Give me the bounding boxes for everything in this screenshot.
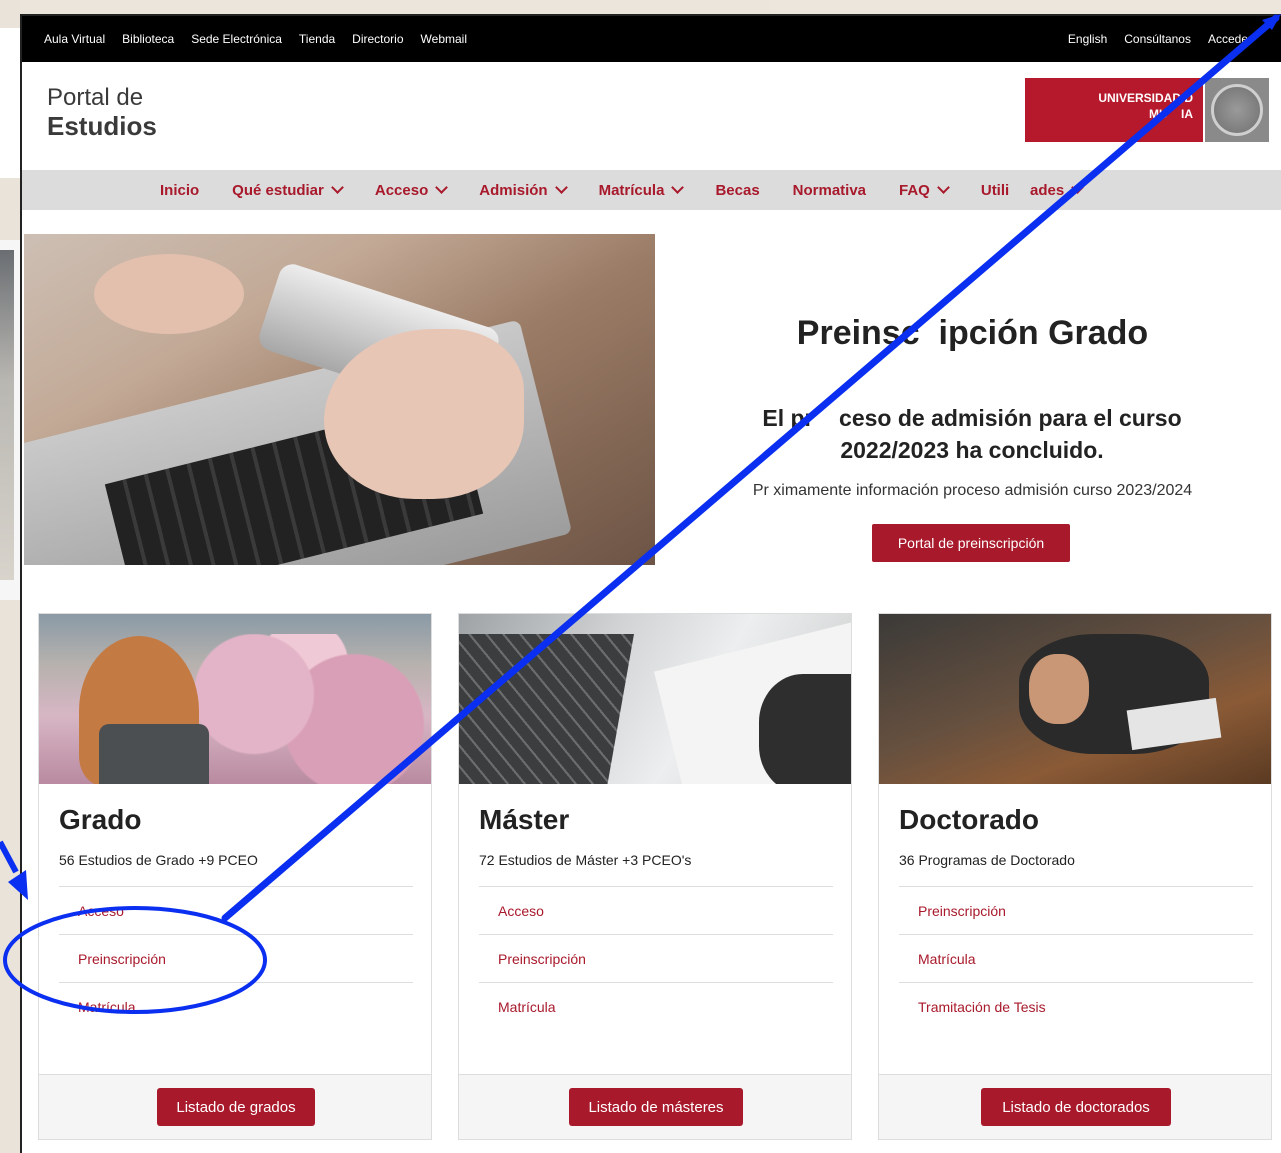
portal-preinscripcion-button[interactable]: Portal de preinscripción (872, 524, 1070, 562)
link-acceder[interactable]: Acceder (1208, 32, 1252, 46)
chevron-down-icon (435, 181, 449, 194)
listado-doctorados-button[interactable]: Listado de doctorados (981, 1088, 1171, 1126)
nav-item-matricula[interactable]: Matrícula (598, 181, 685, 199)
hero-subtitle: El pr ceso de admisión para el curso 202… (762, 405, 1189, 463)
chevron-down-icon (936, 181, 950, 194)
card-master: Máster 72 Estudios de Máster +3 PCEO's A… (458, 613, 852, 1140)
logo-line-2: Estudios (47, 111, 157, 141)
card-link-matricula[interactable]: Matrícula (479, 982, 833, 1030)
chevron-down-icon (1071, 181, 1085, 194)
link-directorio[interactable]: Directorio (352, 32, 403, 46)
link-english[interactable]: English (1068, 32, 1107, 46)
hero-content: Preinsc ipción Grado El pr ceso de admis… (662, 234, 1281, 565)
nav-label: Qué estudiar (232, 181, 324, 199)
nav-item-admision[interactable]: Admisión (479, 181, 568, 199)
nav-item-normativa[interactable]: Normativa (793, 182, 866, 199)
card-image (39, 614, 431, 784)
nav-label: Inicio (160, 181, 200, 199)
chevron-down-icon (554, 181, 568, 194)
chevron-down-icon (671, 181, 685, 194)
card-image (459, 614, 851, 784)
logo-line-1: Portal de (47, 84, 144, 111)
card-links: Acceso Preinscripción Matrícula (479, 886, 833, 1030)
card-title: Grado (59, 804, 142, 835)
card-links: Preinscripción Matrícula Tramitación de … (899, 886, 1253, 1030)
card-footer: Listado de másteres (459, 1074, 851, 1139)
hero-title: Preinsc ipción Grado (796, 314, 1149, 352)
main-navigation: Inicio Qué estudiar Acceso Admisión Matr… (22, 170, 1281, 210)
listado-grados-button[interactable]: Listado de grados (157, 1088, 315, 1126)
nav-item-becas[interactable]: Becas (715, 182, 759, 199)
nav-label: Becas (715, 181, 760, 199)
nav-item-faq[interactable]: FAQ (899, 181, 950, 199)
card-link-acceso[interactable]: Acceso (59, 886, 413, 934)
card-image (879, 614, 1271, 784)
screenshot-window: Aula Virtual Biblioteca Sede Electrónica… (20, 14, 1281, 1153)
card-count: 56 Estudios de Grado +9 PCEO (59, 852, 258, 868)
nav-label: Admisión (479, 181, 548, 199)
card-grado: Grado 56 Estudios de Grado +9 PCEO Acces… (38, 613, 432, 1140)
link-sede-electronica[interactable]: Sede Electrónica (191, 32, 282, 46)
top-bar-right-links: English Consúltanos Acceder (1068, 16, 1269, 62)
card-title: Máster (479, 804, 570, 835)
nav-label: Normativa (792, 181, 867, 199)
university-logo-line-2: MU IA (1149, 107, 1193, 121)
university-seal-icon (1205, 78, 1269, 142)
background-page-fragment (0, 28, 20, 178)
card-footer: Listado de doctorados (879, 1074, 1271, 1139)
hero-image (24, 234, 655, 565)
card-count: 36 Programas de Doctorado (899, 852, 1075, 868)
background-photo-fragment (0, 240, 20, 600)
card-count: 72 Estudios de Máster +3 PCEO's (479, 852, 692, 868)
link-biblioteca[interactable]: Biblioteca (122, 32, 174, 46)
nav-item-que-estudiar[interactable]: Qué estudiar (232, 181, 344, 199)
university-logo[interactable]: UNIVERSIDAD D MU IA (1025, 78, 1203, 142)
link-webmail[interactable]: Webmail (421, 32, 467, 46)
card-doctorado: Doctorado 36 Programas de Doctorado Prei… (878, 613, 1272, 1140)
card-link-matricula[interactable]: Matrícula (899, 934, 1253, 982)
nav-label: Matrícula (598, 181, 665, 199)
top-bar-left-links: Aula Virtual Biblioteca Sede Electrónica… (44, 16, 484, 62)
top-bar: Aula Virtual Biblioteca Sede Electrónica… (22, 16, 1281, 62)
link-consultanos[interactable]: Consúltanos (1124, 32, 1191, 46)
listado-masteres-button[interactable]: Listado de másteres (569, 1088, 743, 1126)
card-footer: Listado de grados (39, 1074, 431, 1139)
university-logo-line-1: UNIVERSIDAD D (1098, 91, 1193, 105)
hero-info-text: Pr ximamente información proceso admisió… (752, 482, 1193, 499)
nav-item-inicio[interactable]: Inicio (160, 182, 199, 199)
link-tienda[interactable]: Tienda (299, 32, 335, 46)
card-link-preinscripcion[interactable]: Preinscripción (59, 934, 413, 982)
card-link-matricula[interactable]: Matrícula (59, 982, 413, 1030)
chevron-down-icon (331, 181, 344, 194)
portal-logo[interactable]: Portal de Estudios (47, 84, 157, 140)
card-link-preinscripcion[interactable]: Preinscripción (899, 886, 1253, 934)
nav-label: Acceso (374, 181, 429, 199)
nav-label: Utili ades (980, 181, 1065, 199)
nav-label: FAQ (899, 181, 930, 199)
card-link-tramitacion-tesis[interactable]: Tramitación de Tesis (899, 982, 1253, 1030)
site-header: Portal de Estudios UNIVERSIDAD D MU IA (22, 62, 1281, 170)
card-link-preinscripcion[interactable]: Preinscripción (479, 934, 833, 982)
nav-item-acceso[interactable]: Acceso (374, 181, 449, 199)
link-aula-virtual[interactable]: Aula Virtual (44, 32, 105, 46)
nav-item-utilidades[interactable]: Utili ades (980, 181, 1085, 199)
card-links: Acceso Preinscripción Matrícula (59, 886, 413, 1030)
background-top-strip (770, 0, 1281, 14)
card-link-acceso[interactable]: Acceso (479, 886, 833, 934)
card-title: Doctorado (899, 804, 1039, 835)
